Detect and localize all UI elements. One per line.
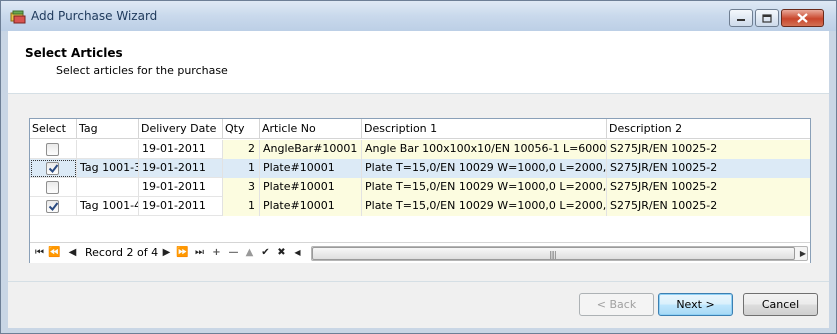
- grid-header: Select Tag Delivery Date Qty Article No …: [30, 119, 810, 139]
- window-title: Add Purchase Wizard: [31, 9, 158, 23]
- tag-cell[interactable]: Tag 1001-3: [77, 159, 139, 178]
- description-2-cell[interactable]: S275JR/EN 10025-2: [607, 178, 810, 197]
- qty-cell[interactable]: 2: [223, 140, 260, 159]
- horizontal-scrollbar[interactable]: |||| ▶: [311, 246, 808, 261]
- description-2-cell[interactable]: S275JR/EN 10025-2: [607, 140, 810, 159]
- column-header-select[interactable]: Select: [30, 119, 77, 139]
- close-button[interactable]: [781, 9, 824, 27]
- column-header-qty[interactable]: Qty: [223, 119, 260, 139]
- wizard-header: Select Articles Select articles for the …: [8, 31, 829, 93]
- column-header-tag[interactable]: Tag: [77, 119, 139, 139]
- delivery-date-cell[interactable]: 19-01-2011: [139, 178, 223, 197]
- table-row[interactable]: Tag 1001-4 19-01-2011 1 Plate#10001 Plat…: [30, 197, 810, 216]
- first-record-icon[interactable]: ⏮: [34, 247, 45, 258]
- description-1-cell[interactable]: Plate T=15,0/EN 10029 W=1000,0 L=2000,0: [362, 178, 607, 197]
- checkmark-icon: [48, 164, 59, 174]
- page-subtitle: Select articles for the purchase: [56, 64, 228, 77]
- qty-cell[interactable]: 3: [223, 178, 260, 197]
- select-cell[interactable]: [30, 159, 77, 178]
- table-row[interactable]: 19-01-2011 3 Plate#10001 Plate T=15,0/EN…: [30, 178, 810, 197]
- maximize-icon: [762, 13, 772, 23]
- scroll-left-icon[interactable]: ◀: [292, 247, 303, 258]
- next-record-icon[interactable]: ▶: [161, 247, 172, 258]
- select-checkbox[interactable]: [46, 162, 59, 175]
- description-1-cell[interactable]: Angle Bar 100x100x10/EN 10056-1 L=6000,0: [362, 140, 607, 159]
- scrollbar-thumb[interactable]: ||||: [312, 247, 795, 260]
- description-2-cell[interactable]: S275JR/EN 10025-2: [607, 197, 810, 216]
- previous-record-icon[interactable]: ◀: [67, 247, 78, 258]
- table-row[interactable]: Tag 1001-3 19-01-2011 1 Plate#10001 Plat…: [30, 159, 810, 178]
- previous-page-icon[interactable]: ⏪: [48, 247, 60, 258]
- delivery-date-cell[interactable]: 19-01-2011: [139, 159, 223, 178]
- delivery-date-cell[interactable]: 19-01-2011: [139, 197, 223, 216]
- scroll-right-icon[interactable]: ▶: [800, 249, 806, 258]
- article-no-cell[interactable]: Plate#10001: [260, 159, 362, 178]
- select-cell[interactable]: [30, 140, 77, 159]
- qty-cell[interactable]: 1: [223, 197, 260, 216]
- description-1-cell[interactable]: Plate T=15,0/EN 10029 W=1000,0 L=2000,0: [362, 159, 607, 178]
- cancel-edit-icon[interactable]: ✖: [276, 247, 287, 258]
- record-position-text: Record 2 of 4: [85, 246, 159, 259]
- column-header-delivery-date[interactable]: Delivery Date: [139, 119, 223, 139]
- cancel-button[interactable]: Cancel: [743, 293, 818, 316]
- maximize-button[interactable]: [755, 9, 779, 27]
- back-button[interactable]: < Back: [579, 293, 654, 316]
- footer-divider: [8, 281, 829, 282]
- select-checkbox[interactable]: [46, 143, 59, 156]
- column-header-description-2[interactable]: Description 2: [607, 119, 810, 139]
- article-no-cell[interactable]: AngleBar#10001: [260, 140, 362, 159]
- select-checkbox[interactable]: [46, 200, 59, 213]
- qty-cell[interactable]: 1: [223, 159, 260, 178]
- wizard-window: Add Purchase Wizard Select Articles Sele…: [0, 0, 837, 334]
- table-row[interactable]: 19-01-2011 2 AngleBar#10001 Angle Bar 10…: [30, 140, 810, 159]
- grip-icon: ||||: [549, 250, 557, 259]
- append-record-icon[interactable]: +: [211, 247, 222, 258]
- articles-grid[interactable]: Select Tag Delivery Date Qty Article No …: [29, 118, 811, 263]
- checkmark-icon: [48, 202, 59, 212]
- title-bar[interactable]: Add Purchase Wizard: [1, 1, 836, 31]
- tag-cell[interactable]: Tag 1001-4: [77, 197, 139, 216]
- select-cell[interactable]: [30, 197, 77, 216]
- tag-cell[interactable]: [77, 140, 139, 159]
- delete-record-icon[interactable]: —: [228, 247, 239, 258]
- record-navigator: ⏮ ⏪ ◀ Record 2 of 4 ▶ ⏩ ⏭ + — ▲ ✔ ✖ ◀ ||…: [30, 242, 810, 263]
- article-no-cell[interactable]: Plate#10001: [260, 178, 362, 197]
- select-cell[interactable]: [30, 178, 77, 197]
- next-button[interactable]: Next >: [658, 293, 733, 316]
- edit-record-icon[interactable]: ▲: [244, 247, 255, 258]
- minimize-button[interactable]: [729, 9, 753, 27]
- delivery-date-cell[interactable]: 19-01-2011: [139, 140, 223, 159]
- wizard-client-area: Select Articles Select articles for the …: [8, 31, 829, 328]
- app-icon: [10, 10, 26, 24]
- header-divider: [8, 93, 829, 94]
- last-record-icon[interactable]: ⏭: [194, 247, 205, 258]
- description-2-cell[interactable]: S275JR/EN 10025-2: [607, 159, 810, 178]
- minimize-icon: [737, 19, 745, 21]
- post-edit-icon[interactable]: ✔: [260, 247, 271, 258]
- close-icon: [797, 13, 808, 23]
- article-no-cell[interactable]: Plate#10001: [260, 197, 362, 216]
- column-header-article-no[interactable]: Article No: [260, 119, 362, 139]
- next-page-icon[interactable]: ⏩: [176, 247, 188, 258]
- column-header-description-1[interactable]: Description 1: [362, 119, 607, 139]
- page-title: Select Articles: [25, 46, 123, 60]
- description-1-cell[interactable]: Plate T=15,0/EN 10029 W=1000,0 L=2000,0: [362, 197, 607, 216]
- tag-cell[interactable]: [77, 178, 139, 197]
- select-checkbox[interactable]: [46, 181, 59, 194]
